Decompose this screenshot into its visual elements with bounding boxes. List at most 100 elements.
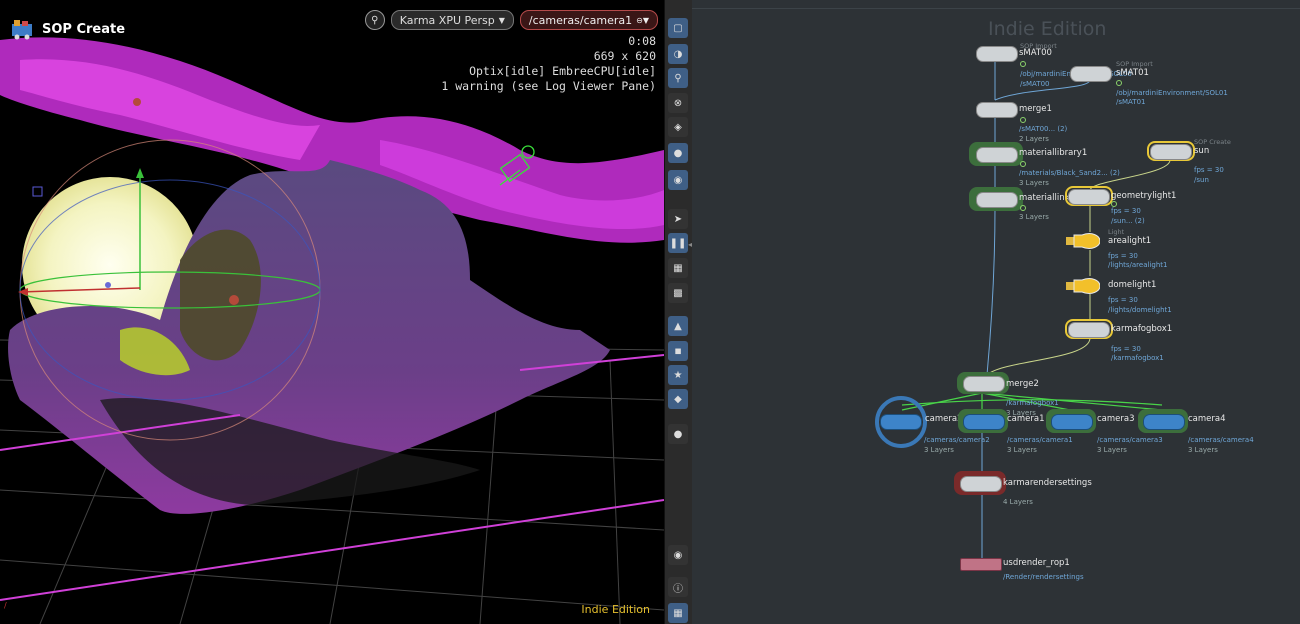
layers-icon[interactable]: ▦ [668,258,688,278]
snap-icon[interactable]: ◈ [668,117,688,137]
node-usdrender-rop1[interactable] [960,558,1002,571]
node-path: /sMAT00 [1020,80,1050,88]
shading-icon[interactable]: ◾ [668,341,688,361]
network-editor[interactable]: Indie Edition SOP Import sMAT00 /ob [692,0,1300,624]
node-layers: 4 Layers [1003,498,1033,506]
chevron-down-icon: ▼ [498,15,505,25]
node-sun[interactable] [1150,144,1192,160]
node-path: /cameras/camera2 [924,436,990,444]
node-materiallibrary1[interactable] [976,147,1018,163]
sop-create-icon [12,20,32,40]
lock-icon[interactable]: ⚲ [364,10,385,30]
node-layers: 3 Layers [1019,179,1049,187]
node-name: arealight1 [1108,236,1152,246]
node-path: /cameras/camera1 [1007,436,1073,444]
render-icon[interactable]: ▩ [668,283,688,303]
node-merge1[interactable] [976,102,1018,118]
node-path: /karmafogbox1 [1111,354,1164,362]
node-karmarendersettings[interactable] [960,476,1002,492]
node-karmafogbox1[interactable] [1068,322,1110,338]
node-name: camera4 [1188,414,1226,424]
select-icon[interactable]: ⊗ [668,93,688,113]
viewport-title-text: SOP Create [42,21,126,37]
node-name: sun [1194,146,1210,156]
lock-icon[interactable]: ⚲ [668,68,688,88]
pointer-icon[interactable]: ➤ [668,209,688,229]
node-layers: 2 Layers [1019,135,1049,143]
node-name: camera1 [1007,414,1045,424]
node-fps: fps = 30 [1194,166,1224,174]
render-stats: 0:08 669 x 620 Optix[idle] EmbreeCPU[idl… [441,34,656,94]
node-camera1[interactable] [963,414,1005,430]
display-flag-icon[interactable] [1020,117,1026,123]
node-smat01[interactable] [1070,66,1112,82]
light-bulb-icon[interactable] [1066,276,1100,296]
node-layers: 3 Layers [1007,446,1037,454]
sphere-icon[interactable]: ◆ [668,389,688,409]
display-flag-icon[interactable] [1020,61,1026,67]
node-type-label: SOP Create [1194,138,1231,146]
viewport-side-toolbar: ▢ ◑ ⚲ ⊗ ◈ ● ◉ ➤ ❚❚ ▦ ▩ ▲ ◾ ★ ◆ ● ◉ ⓘ ▦ ◀ [664,0,694,624]
node-name: karmarendersettings [1003,478,1092,488]
node-name: geometrylight1 [1111,191,1177,201]
node-path: /cameras/camera4 [1188,436,1254,444]
node-name: merge2 [1006,379,1039,389]
camera-menu[interactable]: /cameras/camera1 ⊖▼ [519,10,658,30]
camera-path-label: /cameras/camera1 [528,13,633,27]
node-camera4[interactable] [1143,414,1185,430]
node-path: /materials/Black_Sand2... (2) [1019,169,1120,177]
light-bulb-icon[interactable] [1066,231,1100,251]
node-materiallinker[interactable] [976,192,1018,208]
viewport-title: SOP Create [10,18,125,40]
node-path: /lights/domelight1 [1108,306,1172,314]
light-icon[interactable]: ● [668,143,688,163]
node-type-label: Light [1108,228,1125,236]
render-warning[interactable]: 1 warning (see Log Viewer Pane) [441,79,656,94]
node-layers: 3 Layers [924,446,954,454]
eye-icon[interactable]: ◉ [668,545,688,565]
view-mode-label: Persp [464,13,495,27]
svg-text:/: / [4,601,7,610]
node-path: /cameras/camera3 [1097,436,1163,444]
node-name: materiallibrary1 [1019,148,1088,158]
camera-icon[interactable]: ◉ [668,170,688,190]
render-resolution: 669 x 620 [593,49,656,63]
ghost-icon[interactable]: ◑ [668,44,688,64]
node-geometrylight1[interactable] [1068,189,1110,205]
wireframe-icon[interactable]: ▢ [668,18,688,38]
grid-icon[interactable]: ▦ [668,603,688,623]
renderer-label: Karma XPU [399,13,462,27]
node-fps: fps = 30 [1111,207,1141,215]
display-flag-icon[interactable] [1020,161,1026,167]
renderer-menu[interactable]: Karma XPU Persp ▼ [390,10,514,30]
viewport-controls: ⚲ Karma XPU Persp ▼ /cameras/camera1 ⊖▼ [364,10,658,30]
indie-edition-label: Indie Edition [581,603,650,616]
scene-viewport[interactable]: / SOP Create ⚲ Karma XPU Persp ▼ /cameras… [0,0,664,624]
node-fps: fps = 30 [1108,296,1138,304]
node-path: /Render/rendersettings [1003,573,1084,581]
camera-menu-icon: ⊖▼ [636,15,649,25]
node-name: sMAT00 [1019,48,1052,58]
node-name: karmafogbox1 [1111,324,1173,334]
display-flag-icon[interactable] [1020,205,1026,211]
render-engine-status: Optix[idle] EmbreeCPU[idle] [469,64,656,78]
node-path: /sun [1194,176,1209,184]
node-camera2[interactable] [880,414,922,430]
render-time: 0:08 [628,34,656,48]
info-icon[interactable]: ⓘ [668,577,688,597]
display-flag-icon[interactable] [1116,80,1122,86]
node-camera3[interactable] [1051,414,1093,430]
node-merge2[interactable] [963,376,1005,392]
color-icon[interactable]: ▲ [668,316,688,336]
node-name: camera3 [1097,414,1135,424]
node-name: sMAT01 [1116,68,1149,78]
node-name: camera2 [925,414,963,424]
node-smat00[interactable] [976,46,1018,62]
node-path: /sun... (2) [1111,217,1145,225]
node-name: domelight1 [1108,280,1157,290]
node-layers: 3 Layers [1097,446,1127,454]
node-path: /lights/arealight1 [1108,261,1168,269]
sphere-icon[interactable]: ● [668,424,688,444]
pause-icon[interactable]: ❚❚ [668,233,688,253]
flag-icon[interactable]: ★ [668,365,688,385]
